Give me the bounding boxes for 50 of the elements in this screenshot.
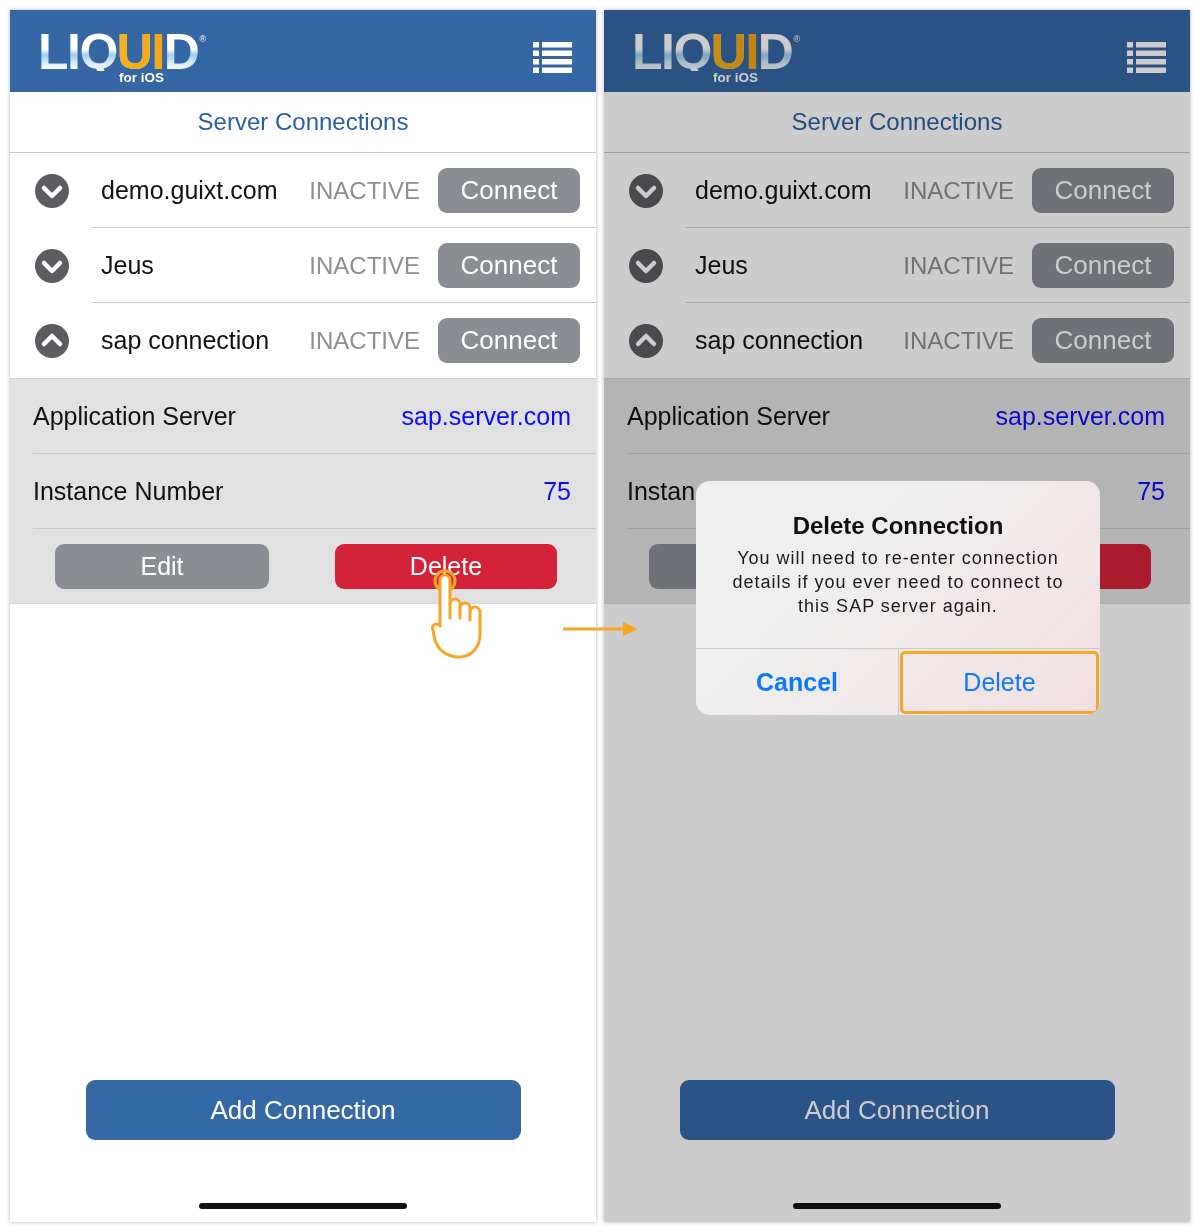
confirm-button[interactable]: Delete xyxy=(900,651,1099,714)
status-label: INACTIVE xyxy=(309,176,420,205)
status-label: INACTIVE xyxy=(309,326,420,355)
chevron-down-icon[interactable] xyxy=(629,173,663,208)
connection-name: demo.guixt.com xyxy=(695,176,873,205)
dialog-title: Delete Connection xyxy=(792,511,1004,541)
connection-name: sap connection xyxy=(101,326,271,355)
screen-title: Server Connections xyxy=(791,108,1003,136)
connection-name: Jeus xyxy=(101,251,155,280)
chevron-up-icon[interactable] xyxy=(629,323,663,358)
connect-button[interactable]: Connect xyxy=(1032,318,1174,363)
registered-mark: ® xyxy=(793,34,801,44)
logo-wordmark: LIQUID xyxy=(38,33,199,71)
delete-button[interactable] xyxy=(1100,543,1151,589)
add-connection-button[interactable]: Add Connection xyxy=(85,1080,521,1140)
chevron-down-icon[interactable] xyxy=(35,173,69,208)
detail-label: Application Server xyxy=(33,402,236,431)
connection-name: demo.guixt.com xyxy=(101,176,279,205)
logo-subtitle: for iOS xyxy=(713,71,758,85)
menu-icon[interactable] xyxy=(1127,42,1166,73)
detail-value: sap.server.com xyxy=(401,402,571,431)
edit-button[interactable]: Edit xyxy=(55,543,269,589)
chevron-down-icon[interactable] xyxy=(35,248,69,283)
detail-value: 75 xyxy=(1137,477,1165,506)
logo-wordmark: LIQUID xyxy=(632,33,793,71)
connect-button[interactable]: Connect xyxy=(438,318,580,363)
connect-button[interactable]: Connect xyxy=(438,168,580,213)
registered-mark: ® xyxy=(199,34,207,44)
status-label: INACTIVE xyxy=(903,176,1014,205)
status-label: INACTIVE xyxy=(903,326,1014,355)
detail-label: Instan xyxy=(627,477,696,506)
connect-button[interactable]: Connect xyxy=(1032,243,1174,288)
logo-subtitle: for iOS xyxy=(119,71,164,85)
detail-label: Application Server xyxy=(627,402,830,431)
dialog-message: You will need to re-enter connection details if you ever need to connect to this SAP server again. xyxy=(731,547,1065,618)
screen-title: Server Connections xyxy=(197,108,409,136)
connect-button[interactable]: Connect xyxy=(438,243,580,288)
menu-icon[interactable] xyxy=(533,42,572,73)
detail-label: Instance Number xyxy=(33,477,224,506)
status-label: INACTIVE xyxy=(903,251,1014,280)
chevron-up-icon[interactable] xyxy=(35,323,69,358)
detail-value: sap.server.com xyxy=(995,402,1165,431)
detail-value: 75 xyxy=(543,477,571,506)
connection-name: sap connection xyxy=(695,326,865,355)
connect-button[interactable]: Connect xyxy=(1032,168,1174,213)
add-connection-button[interactable]: Add Connection xyxy=(679,1080,1115,1140)
chevron-down-icon[interactable] xyxy=(629,248,663,283)
status-label: INACTIVE xyxy=(309,251,420,280)
connection-name: Jeus xyxy=(695,251,749,280)
cancel-button[interactable]: Cancel xyxy=(696,649,898,715)
